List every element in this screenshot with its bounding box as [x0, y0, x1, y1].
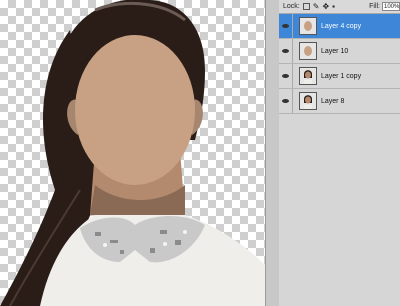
layer-name: Layer 1 copy [321, 72, 362, 80]
eye-icon[interactable] [279, 64, 293, 88]
lock-transparent-icon[interactable] [302, 3, 310, 10]
layer-name: Layer 8 [321, 97, 345, 105]
lock-bar: Lock: ✎ ✥ ▪ Fill: 100% [279, 0, 400, 14]
face-mask-icon [299, 42, 317, 60]
eye-icon[interactable] [279, 14, 293, 38]
fill-label: Fill: [369, 3, 380, 10]
layer-row-layer-10[interactable]: Layer 10 [279, 39, 400, 64]
vertical-scrollbar[interactable] [265, 0, 279, 306]
eye-icon[interactable] [279, 89, 293, 113]
lock-brush-icon[interactable]: ✎ [313, 2, 320, 11]
lock-label: Lock: [283, 3, 300, 10]
lock-move-icon[interactable]: ✥ [322, 2, 329, 11]
portrait-image [0, 0, 265, 306]
layer-row-layer-8[interactable]: Layer 8 [279, 89, 400, 114]
document-canvas[interactable] [0, 0, 265, 306]
portrait-icon [299, 92, 317, 110]
layer-name: Layer 10 [321, 47, 349, 55]
layer-row-layer-4-copy[interactable]: Layer 4 copy [279, 14, 400, 39]
fill-input[interactable]: 100% [382, 2, 400, 11]
portrait-icon [299, 67, 317, 85]
layers-panel: Lock: ✎ ✥ ▪ Fill: 100% Layer 4 copy Laye… [279, 0, 400, 306]
layer-row-layer-1-copy[interactable]: Layer 1 copy [279, 64, 400, 89]
face-mask-icon [299, 17, 317, 35]
eye-icon[interactable] [279, 39, 293, 63]
layer-name: Layer 4 copy [321, 22, 362, 30]
lock-all-icon[interactable]: ▪ [332, 2, 335, 11]
